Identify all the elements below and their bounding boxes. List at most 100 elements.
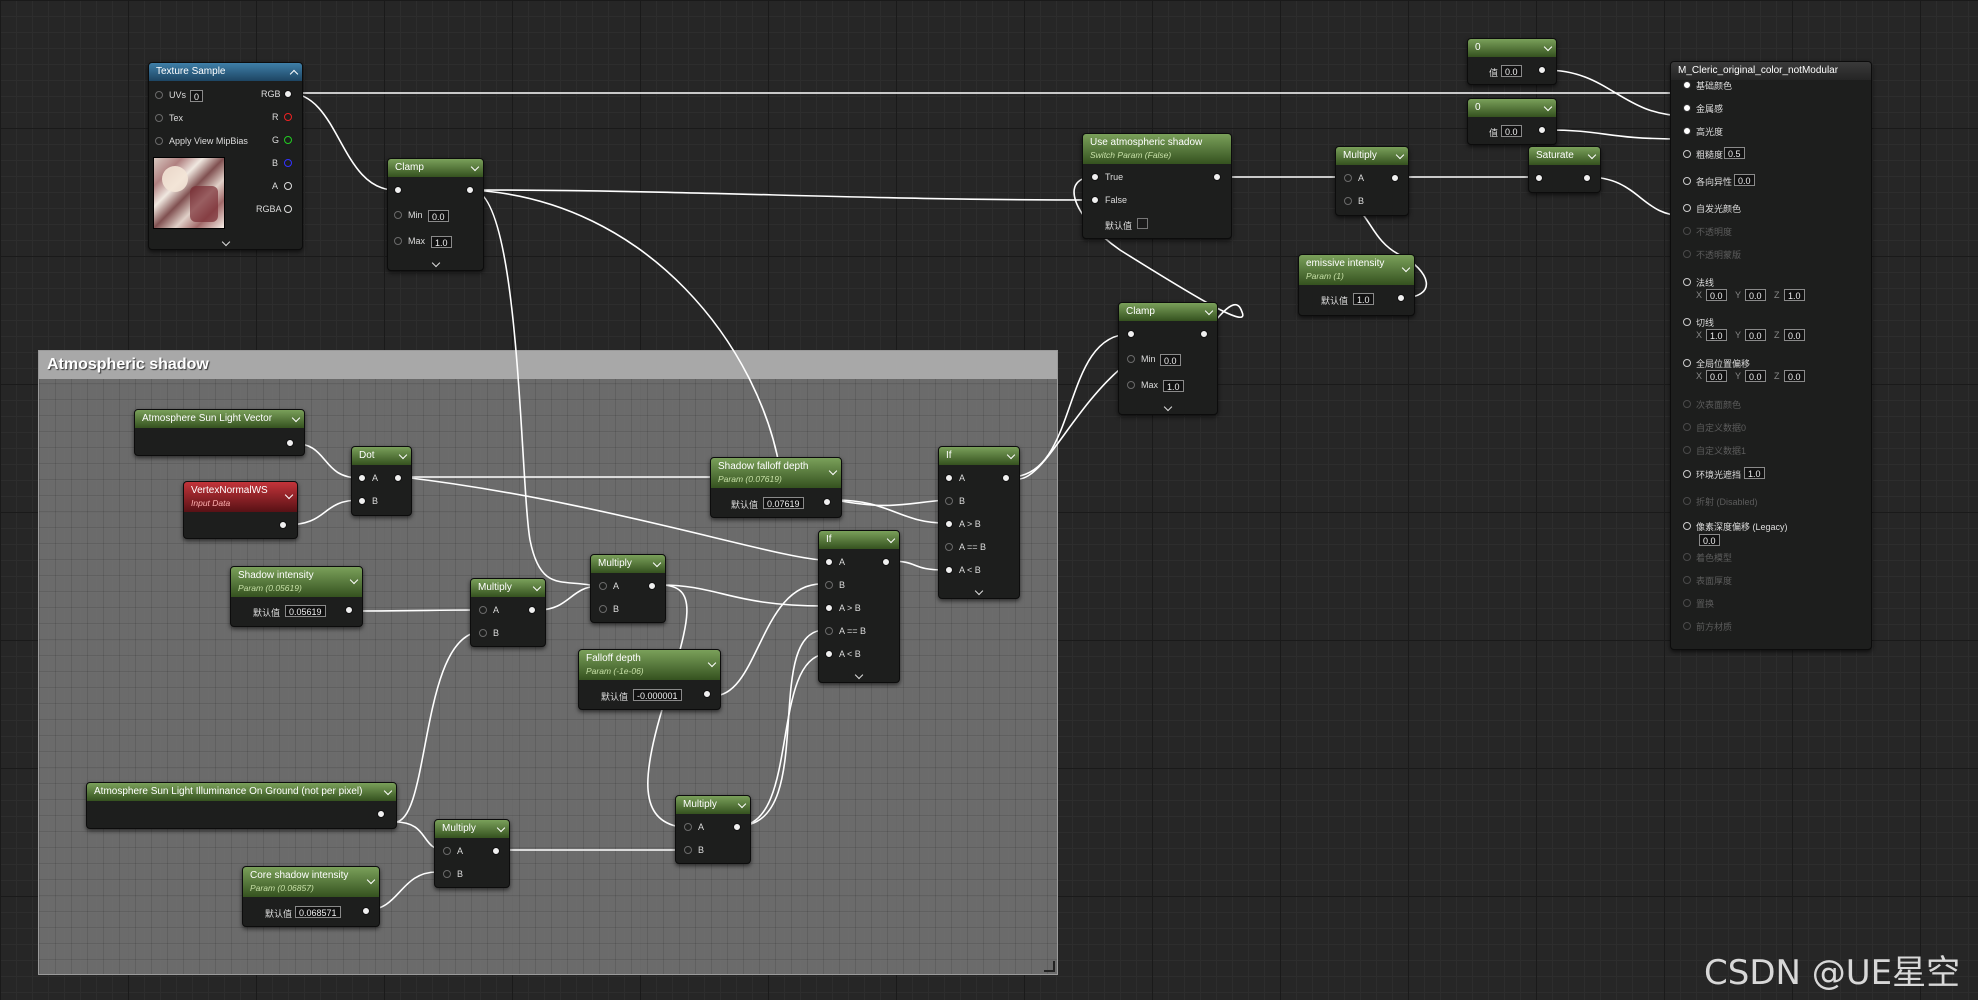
output-pin-rgb[interactable]: [284, 90, 292, 98]
input-pin-min[interactable]: [1127, 355, 1135, 363]
node-header[interactable]: M_Cleric_original_color_notModular: [1671, 62, 1871, 80]
output-pin[interactable]: [703, 690, 711, 698]
chevron-down-icon[interactable]: [1543, 102, 1553, 112]
input-pin-b[interactable]: [945, 497, 953, 505]
input-pin-b[interactable]: [825, 581, 833, 589]
chevron-down-icon[interactable]: [470, 162, 480, 172]
node-header[interactable]: Multiply: [435, 820, 509, 838]
input-pin-a[interactable]: [358, 474, 366, 482]
min-value-field[interactable]: 0.0: [428, 210, 449, 222]
collapse-icon[interactable]: [289, 69, 299, 79]
vector-component-field[interactable]: 0.0: [1745, 329, 1766, 341]
material-input-pin[interactable]: [1683, 622, 1691, 630]
default-value-field[interactable]: -0.000001: [633, 689, 682, 701]
node-header[interactable]: 0: [1468, 39, 1556, 57]
scalar-parameter-node[interactable]: Core shadow intensity Param (0.06857) 默认值…: [242, 866, 380, 927]
input-pin-true[interactable]: [1091, 173, 1099, 181]
input-pin-a[interactable]: [479, 606, 487, 614]
input-pin-b[interactable]: [479, 629, 487, 637]
output-pin[interactable]: [279, 521, 287, 529]
output-pin[interactable]: [733, 823, 741, 831]
output-pin[interactable]: [1538, 126, 1546, 134]
multiply-node[interactable]: Multiply A B: [1335, 146, 1409, 216]
material-input-pin[interactable]: [1683, 127, 1691, 135]
sun-light-vector-node[interactable]: Atmosphere Sun Light Vector: [134, 409, 305, 456]
input-pin-aeqb[interactable]: [945, 543, 953, 551]
vector-component-field[interactable]: 0.0: [1745, 289, 1766, 301]
input-pin-tex[interactable]: [155, 114, 163, 122]
input-pin-min[interactable]: [394, 211, 402, 219]
output-pin[interactable]: [1397, 294, 1405, 302]
output-pin[interactable]: [1213, 173, 1221, 181]
clamp-node[interactable]: Clamp Min 0.0 Max 1.0: [1118, 302, 1218, 415]
material-input-pin[interactable]: [1683, 470, 1691, 478]
clamp-node[interactable]: Clamp Min 0.0 Max 1.0: [387, 158, 484, 271]
material-input-pin[interactable]: [1683, 278, 1691, 286]
node-header[interactable]: If: [939, 447, 1019, 465]
max-value-field[interactable]: 1.0: [431, 236, 452, 248]
scalar-parameter-node[interactable]: Shadow intensity Param (0.05619) 默认值 0.05…: [230, 566, 363, 627]
material-pin-value-field[interactable]: 0.0: [1699, 534, 1720, 546]
node-header[interactable]: Clamp: [1119, 303, 1217, 321]
default-value-field[interactable]: 0.07619: [763, 497, 804, 509]
chevron-down-icon[interactable]: [383, 786, 393, 796]
material-input-pin[interactable]: [1683, 250, 1691, 258]
multiply-node[interactable]: Multiply A B: [590, 554, 666, 623]
node-header[interactable]: Texture Sample: [149, 63, 302, 81]
input-pin-a[interactable]: [443, 847, 451, 855]
input-pin-max[interactable]: [394, 237, 402, 245]
material-input-pin[interactable]: [1683, 359, 1691, 367]
input-pin-agtb[interactable]: [825, 604, 833, 612]
scalar-parameter-node[interactable]: Falloff depth Param (-1e-06) 默认值 -0.00000…: [578, 649, 721, 710]
input-pin-altb[interactable]: [825, 650, 833, 658]
expand-icon[interactable]: [854, 670, 864, 680]
material-input-pin[interactable]: [1683, 497, 1691, 505]
node-header[interactable]: emissive intensity Param (1): [1299, 255, 1414, 285]
node-header[interactable]: Falloff depth Param (-1e-06): [579, 650, 720, 680]
input-pin-agtb[interactable]: [945, 520, 953, 528]
material-pin-value-field[interactable]: 0.0: [1734, 174, 1755, 186]
scalar-parameter-node[interactable]: Shadow falloff depth Param (0.07619) 默认值 …: [710, 457, 842, 518]
material-input-pin[interactable]: [1683, 227, 1691, 235]
material-input-pin[interactable]: [1683, 576, 1691, 584]
expand-icon[interactable]: [974, 586, 984, 596]
input-pin-b[interactable]: [358, 497, 366, 505]
input-pin-b[interactable]: [599, 605, 607, 613]
material-input-pin[interactable]: [1683, 400, 1691, 408]
material-input-pin[interactable]: [1683, 423, 1691, 431]
node-header[interactable]: Atmosphere Sun Light Illuminance On Grou…: [87, 783, 396, 801]
material-output-node[interactable]: M_Cleric_original_color_notModular 基础颜色金…: [1670, 61, 1872, 650]
vertex-normal-node[interactable]: VertexNormalWS Input Data: [183, 481, 298, 539]
node-header[interactable]: Multiply: [471, 579, 545, 597]
comment-resize-handle[interactable]: [1044, 961, 1055, 972]
dot-product-node[interactable]: Dot A B: [351, 446, 412, 516]
output-pin-r[interactable]: [284, 113, 292, 121]
vector-component-field[interactable]: 0.0: [1706, 289, 1727, 301]
chevron-down-icon[interactable]: [532, 582, 542, 592]
input-pin-uvs[interactable]: [155, 91, 163, 99]
vector-component-field[interactable]: 1.0: [1706, 329, 1727, 341]
uvs-value-field[interactable]: 0: [190, 90, 204, 102]
chevron-down-icon[interactable]: [1543, 42, 1553, 52]
static-switch-parameter-node[interactable]: Use atmospheric shadow Switch Param (Fals…: [1082, 133, 1232, 239]
input-pin-a[interactable]: [945, 474, 953, 482]
node-header[interactable]: Shadow falloff depth Param (0.07619): [711, 458, 841, 488]
input-pin-max[interactable]: [1127, 381, 1135, 389]
max-value-field[interactable]: 1.0: [1163, 380, 1184, 392]
chevron-down-icon[interactable]: [1204, 306, 1214, 316]
node-header[interactable]: Multiply: [1336, 147, 1408, 165]
vector-component-field[interactable]: 0.0: [1784, 329, 1805, 341]
output-pin-g[interactable]: [284, 136, 292, 144]
input-pin-b[interactable]: [1344, 197, 1352, 205]
input-pin-altb[interactable]: [945, 566, 953, 574]
output-pin[interactable]: [882, 558, 890, 566]
output-pin[interactable]: [1002, 474, 1010, 482]
chevron-down-icon[interactable]: [1587, 150, 1597, 160]
input-pin[interactable]: [394, 186, 402, 194]
node-header[interactable]: Multiply: [591, 555, 665, 573]
scalar-parameter-node[interactable]: emissive intensity Param (1) 默认值 1.0: [1298, 254, 1415, 316]
material-pin-value-field[interactable]: 1.0: [1744, 467, 1765, 479]
material-input-pin[interactable]: [1683, 318, 1691, 326]
material-pin-value-field[interactable]: 0.5: [1724, 147, 1745, 159]
output-pin-a[interactable]: [284, 182, 292, 190]
